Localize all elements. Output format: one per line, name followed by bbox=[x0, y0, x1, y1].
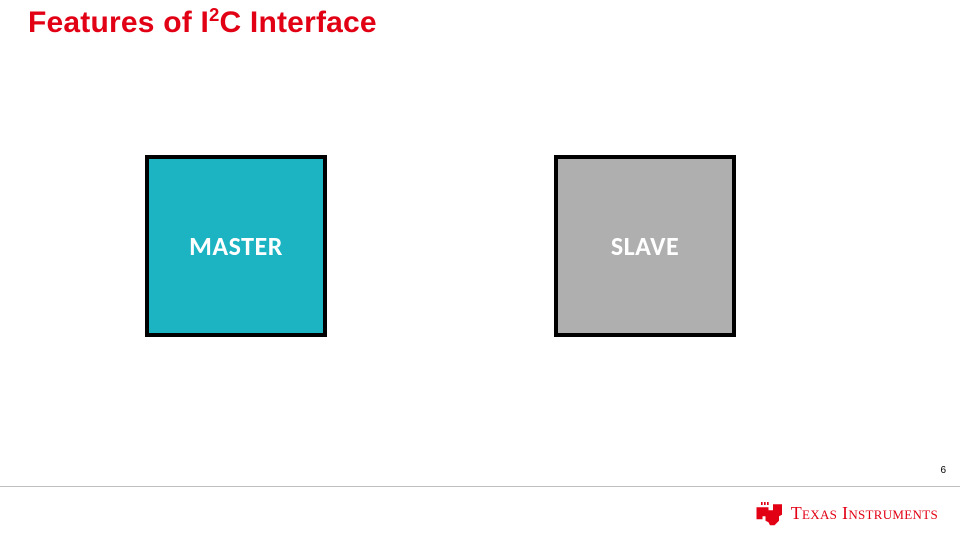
ti-logo: Texas Instruments bbox=[755, 501, 938, 527]
ti-wordmark: Texas Instruments bbox=[791, 503, 938, 524]
footer: Texas Instruments bbox=[0, 486, 960, 540]
title-text-pre: Features of I bbox=[28, 6, 209, 39]
brand-word-2: Instruments bbox=[837, 503, 938, 523]
slave-label: SLAVE bbox=[611, 230, 679, 262]
i2c-diagram: MASTER SLAVE bbox=[0, 145, 960, 365]
title-superscript: 2 bbox=[209, 4, 220, 25]
brand-word-1: Texas bbox=[791, 503, 837, 523]
page-number: 6 bbox=[940, 465, 946, 476]
slide-title: Features of I2C Interface bbox=[28, 6, 377, 40]
title-text-post: C Interface bbox=[220, 6, 377, 39]
ti-chip-icon bbox=[755, 501, 785, 527]
master-block: MASTER bbox=[145, 155, 327, 337]
slide: Features of I2C Interface MASTER SLAVE 6… bbox=[0, 0, 960, 540]
slave-block: SLAVE bbox=[554, 155, 736, 337]
master-label: MASTER bbox=[189, 230, 283, 262]
